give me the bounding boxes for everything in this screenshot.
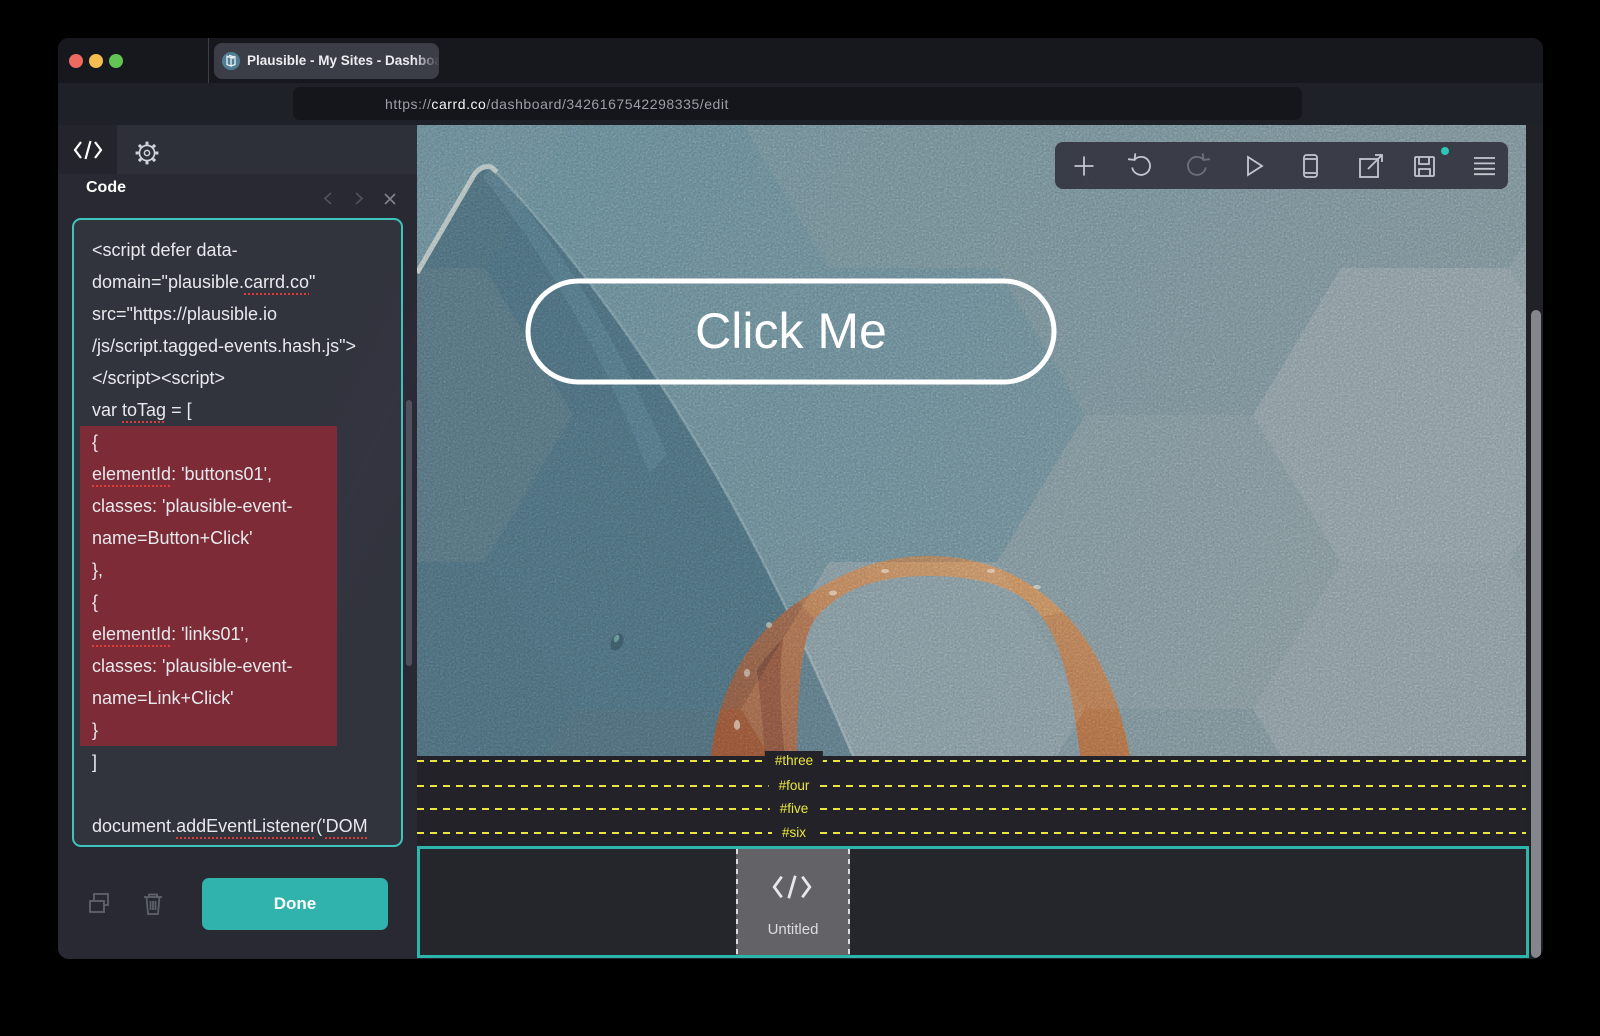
svg-text:Click Me: Click Me	[695, 303, 887, 359]
